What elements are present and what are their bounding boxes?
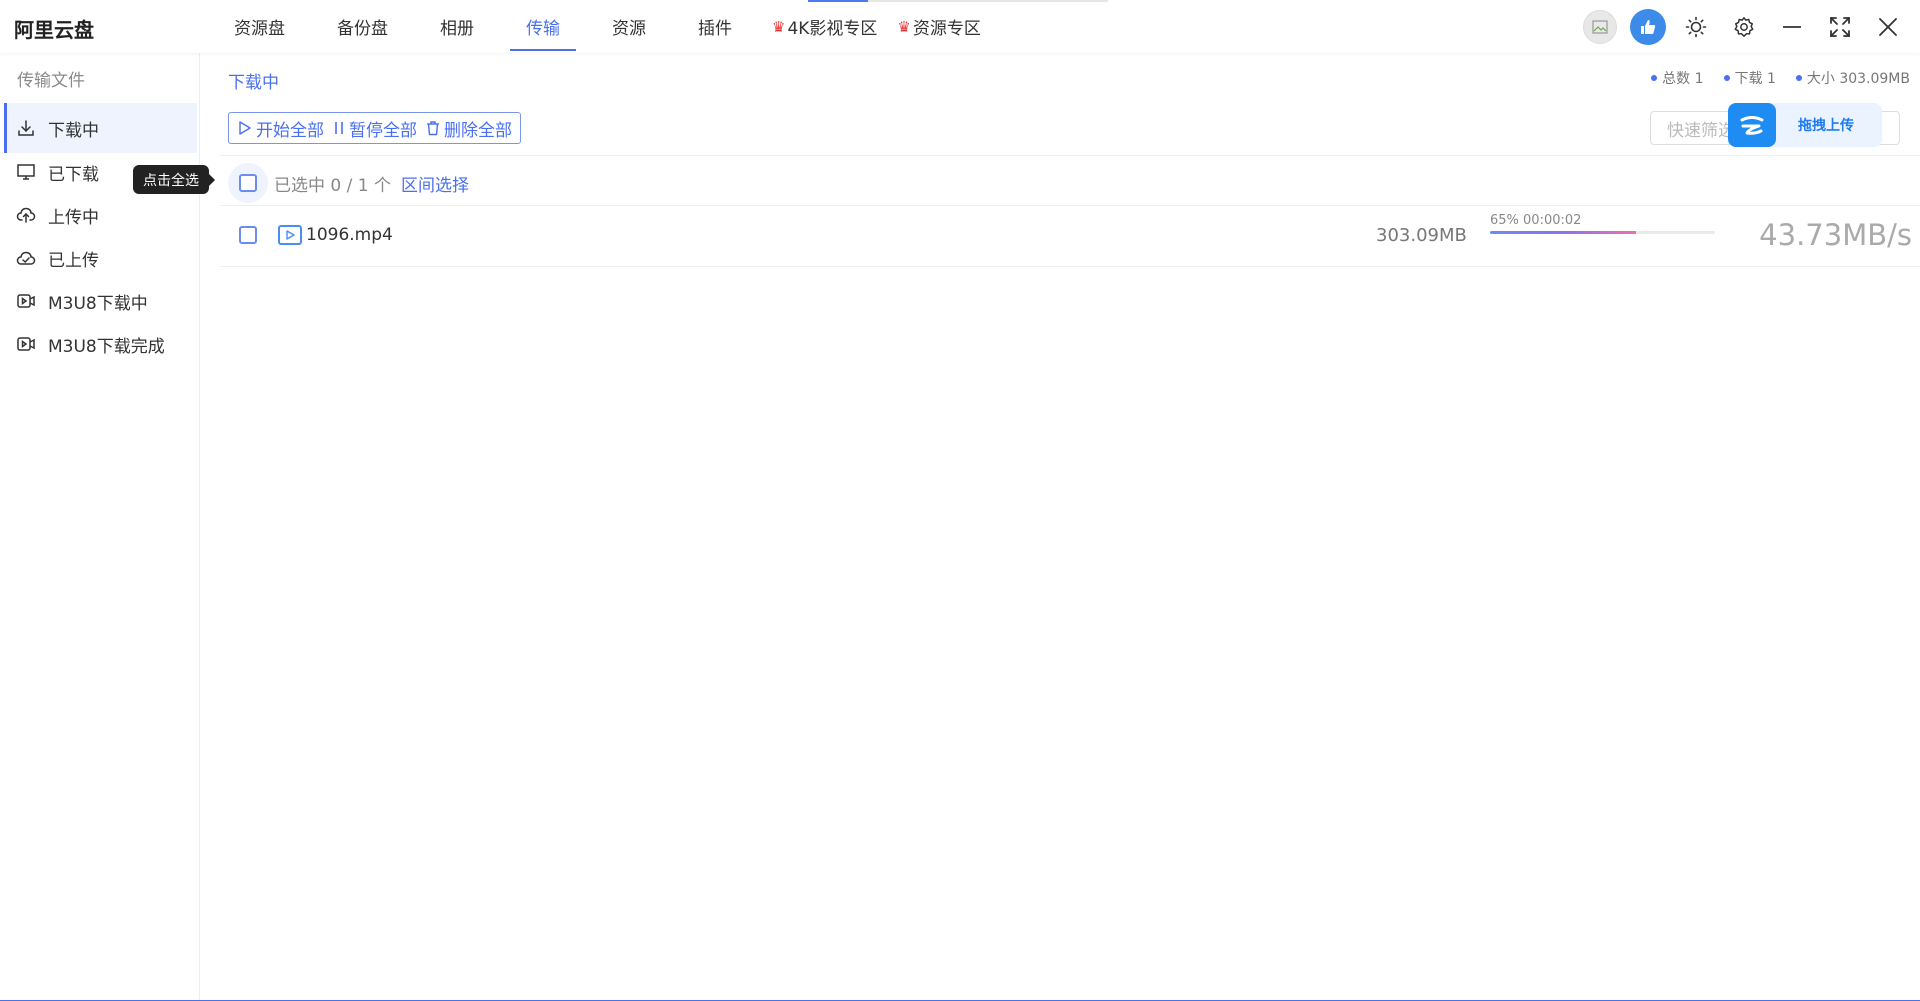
divider <box>220 155 1920 156</box>
start-all-label: 开始全部 <box>256 120 324 141</box>
select-all-checkbox[interactable] <box>228 163 268 203</box>
theme-toggle-button[interactable] <box>1676 7 1716 47</box>
close-button[interactable] <box>1868 7 1908 47</box>
play-icon <box>239 121 251 135</box>
selection-row: 已选中 0 / 1 个 区间选择 <box>228 163 469 203</box>
trash-icon <box>427 121 439 136</box>
file-size: 303.09MB <box>1376 224 1467 246</box>
dot-icon <box>1795 75 1802 81</box>
fullscreen-button[interactable] <box>1820 7 1860 47</box>
delete-all-button[interactable]: 删除全部 <box>421 116 516 141</box>
sidebar-item-downloading[interactable]: 下载中 <box>4 103 197 153</box>
sidebar-item-label: 下载中 <box>48 120 99 141</box>
crown-icon: ♛ <box>897 17 911 36</box>
breadcrumb: 下载中 <box>228 73 279 93</box>
sun-icon <box>1685 16 1707 37</box>
download-icon <box>18 120 34 136</box>
image-icon <box>1592 19 1608 34</box>
video-icon <box>17 337 35 351</box>
tab-plugins[interactable]: 插件 <box>682 0 748 53</box>
pause-all-button[interactable]: 暂停全部 <box>328 116 421 141</box>
selection-count: 已选中 0 / 1 个 <box>274 175 391 196</box>
main-nav: 资源盘 备份盘 相册 传输 资源 插件 ♛ 4K影视专区 ♛ 资源专区 <box>218 0 997 53</box>
stat-total: 总数 1 <box>1651 68 1704 88</box>
tab-resource-zone-label: 资源专区 <box>912 19 981 39</box>
tab-album[interactable]: 相册 <box>424 0 490 53</box>
download-progress: 65% 00:00:02 <box>1490 213 1720 234</box>
sidebar-item-label: 已下载 <box>48 164 99 185</box>
tab-resources[interactable]: 资源 <box>596 0 662 53</box>
window-controls <box>1572 0 1908 53</box>
pause-icon <box>335 122 343 134</box>
thumbs-up-icon <box>1630 8 1666 45</box>
table-row[interactable]: 1096.mp4 303.09MB 65% 00:00:02 43.73MB/s <box>228 205 1920 265</box>
start-all-button[interactable]: 开始全部 <box>233 116 328 141</box>
row-checkbox[interactable] <box>228 215 268 255</box>
minimize-icon <box>1783 25 1801 28</box>
avatar <box>1583 9 1617 44</box>
range-select-link[interactable]: 区间选择 <box>401 171 469 196</box>
stat-size-text: 大小 303.09MB <box>1806 71 1910 87</box>
video-file-icon <box>278 225 302 245</box>
tab-transfer[interactable]: 传输 <box>510 0 576 53</box>
divider <box>220 266 1920 267</box>
tab-backup-drive[interactable]: 备份盘 <box>321 0 404 53</box>
monitor-icon <box>17 164 35 180</box>
file-name: 1096.mp4 <box>306 225 393 245</box>
user-avatar-button[interactable] <box>1580 7 1620 47</box>
drag-upload-widget[interactable]: 拖拽上传 <box>1728 103 1882 147</box>
progress-text: 65% 00:00:02 <box>1490 213 1582 228</box>
delete-all-label: 删除全部 <box>444 120 512 141</box>
dot-icon <box>1723 75 1730 81</box>
expand-icon <box>1830 16 1850 37</box>
sidebar: 传输文件 下载中 已下载 上传中 已上传 M3U8下载中 M3U8下载完成 <box>0 53 200 1000</box>
progress-track <box>1490 231 1715 234</box>
tab-4k-zone-label: 4K影视专区 <box>787 19 878 39</box>
cloud-upload-icon <box>16 207 36 223</box>
tab-resource-zone[interactable]: ♛ 资源专区 <box>893 0 984 53</box>
cloud-check-icon <box>16 251 36 265</box>
progress-fill <box>1490 231 1637 234</box>
checkbox-box <box>239 226 257 244</box>
sidebar-item-label: M3U8下载中 <box>48 293 148 314</box>
dot-icon <box>1651 75 1658 81</box>
stat-size: 大小 303.09MB <box>1795 68 1910 88</box>
pause-all-label: 暂停全部 <box>349 120 417 141</box>
video-icon <box>17 294 35 308</box>
gear-icon <box>1734 16 1754 37</box>
select-all-tooltip: 点击全选 <box>133 165 215 194</box>
tab-resource-drive[interactable]: 资源盘 <box>218 0 301 53</box>
quick-filter-placeholder: 快速筛选 <box>1667 120 1735 141</box>
tab-4k-zone[interactable]: ♛ 4K影视专区 <box>768 0 881 53</box>
checkbox-box <box>239 174 257 192</box>
sidebar-item-m3u8-completed[interactable]: M3U8下载完成 <box>4 319 197 369</box>
minimize-button[interactable] <box>1772 7 1812 47</box>
sidebar-item-label: 已上传 <box>48 250 99 271</box>
top-bar: 阿里云盘 资源盘 备份盘 相册 传输 资源 插件 ♛ 4K影视专区 ♛ 资源专区 <box>0 0 1920 53</box>
stat-downloading-text: 下载 1 <box>1734 71 1776 87</box>
stat-downloading: 下载 1 <box>1723 68 1776 88</box>
settings-button[interactable] <box>1724 7 1764 47</box>
main-content: 下载中 总数 1 下载 1 大小 303.09MB 开始全部 暂停全部 删除全部… <box>200 53 1920 1000</box>
app-title: 阿里云盘 <box>14 18 94 42</box>
close-icon <box>1879 17 1897 36</box>
aliyun-logo-icon <box>1728 103 1776 147</box>
sidebar-heading: 传输文件 <box>17 71 85 91</box>
sidebar-item-label: 上传中 <box>48 207 99 228</box>
download-speed: 43.73MB/s <box>1759 218 1912 252</box>
sidebar-item-label: M3U8下载完成 <box>48 336 165 357</box>
stat-total-text: 总数 1 <box>1662 71 1704 87</box>
drag-upload-label: 拖拽上传 <box>1798 118 1854 134</box>
thumbs-up-button[interactable] <box>1628 7 1668 47</box>
transfer-stats: 总数 1 下载 1 大小 303.09MB <box>1631 68 1910 88</box>
crown-icon: ♛ <box>772 17 786 36</box>
bulk-actions-toolbar: 开始全部 暂停全部 删除全部 <box>228 112 521 144</box>
